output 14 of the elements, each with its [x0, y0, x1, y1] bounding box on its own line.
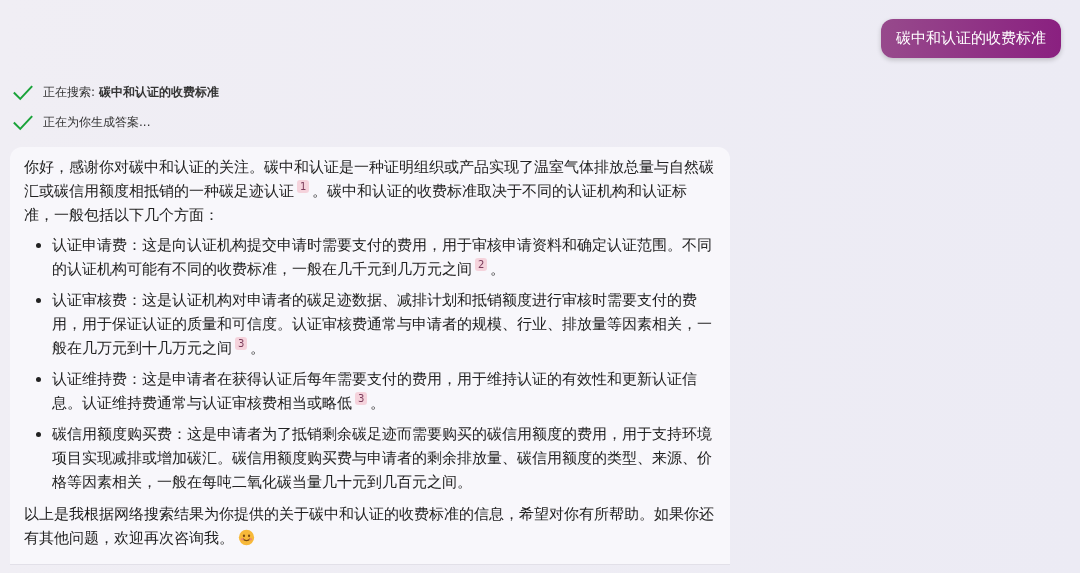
progress-text: 正在搜索: 碳中和认证的收费标准 — [43, 83, 219, 101]
citation-link[interactable]: 3 — [235, 337, 248, 350]
list-item-text: 认证审核费：这是认证机构对申请者的碳足迹数据、减排计划和抵销额度进行审核时需要支付的费用，用于保证认证的质量和可信度。认证审核费通常与申请者的规模、行业、排放量等因素相关，一般在几万元到十几万元之间 3 。 — [52, 291, 713, 358]
user-message: 碳中和认证的收费标准 — [881, 19, 1061, 58]
list-item-text: 认证申请费：这是向认证机构提交申请时需要支付的费用，用于审核申请资料和确定认证范围。不同的认证机构可能有不同的收费标准，一般在几千元到几万元之间 2 。 — [52, 236, 713, 279]
citation-link[interactable]: 1 — [297, 180, 310, 193]
citation-link[interactable]: 2 — [475, 258, 488, 271]
list-item-text: 认证维持费：这是申请者在获得认证后每年需要支付的费用，用于维持认证的有效性和更新认证信息。认证维持费通常与认证审核费相当或略低 3 。 — [52, 370, 698, 413]
answer-paragraph: 你好，感谢你对碳中和认证的关注。碳中和认证是一种证明组织或产品实现了温室气体排放总量与自然碳汇或碳信用额度相抵销的一种碳足迹认证 1 。碳中和认证的收费标准取决于不同的认证机构和认证标准，一般包括以下几个方面： — [23, 158, 715, 225]
progress-text: 正在为你生成答案... — [43, 113, 151, 131]
list-item-text: 碳信用额度购买费：这是申请者为了抵销剩余碳足迹而需要购买的碳信用额度的费用，用于支持环境项目实现减排或增加碳汇。碳信用额度购买费与申请者的剩余排放量、碳信用额度的类型、来源、价格等因素相关，一般在每吨二氧化碳当量几十元到几百元之间。 — [52, 425, 713, 492]
answer-paragraph: 以上是我根据网络搜索结果为你提供的关于碳中和认证的收费标准的信息，希望对你有所帮助。如果你还有其他问题，欢迎再次咨询我。 — [23, 505, 715, 548]
smiling-face-icon — [238, 529, 255, 546]
citation-link[interactable]: 3 — [355, 392, 368, 405]
